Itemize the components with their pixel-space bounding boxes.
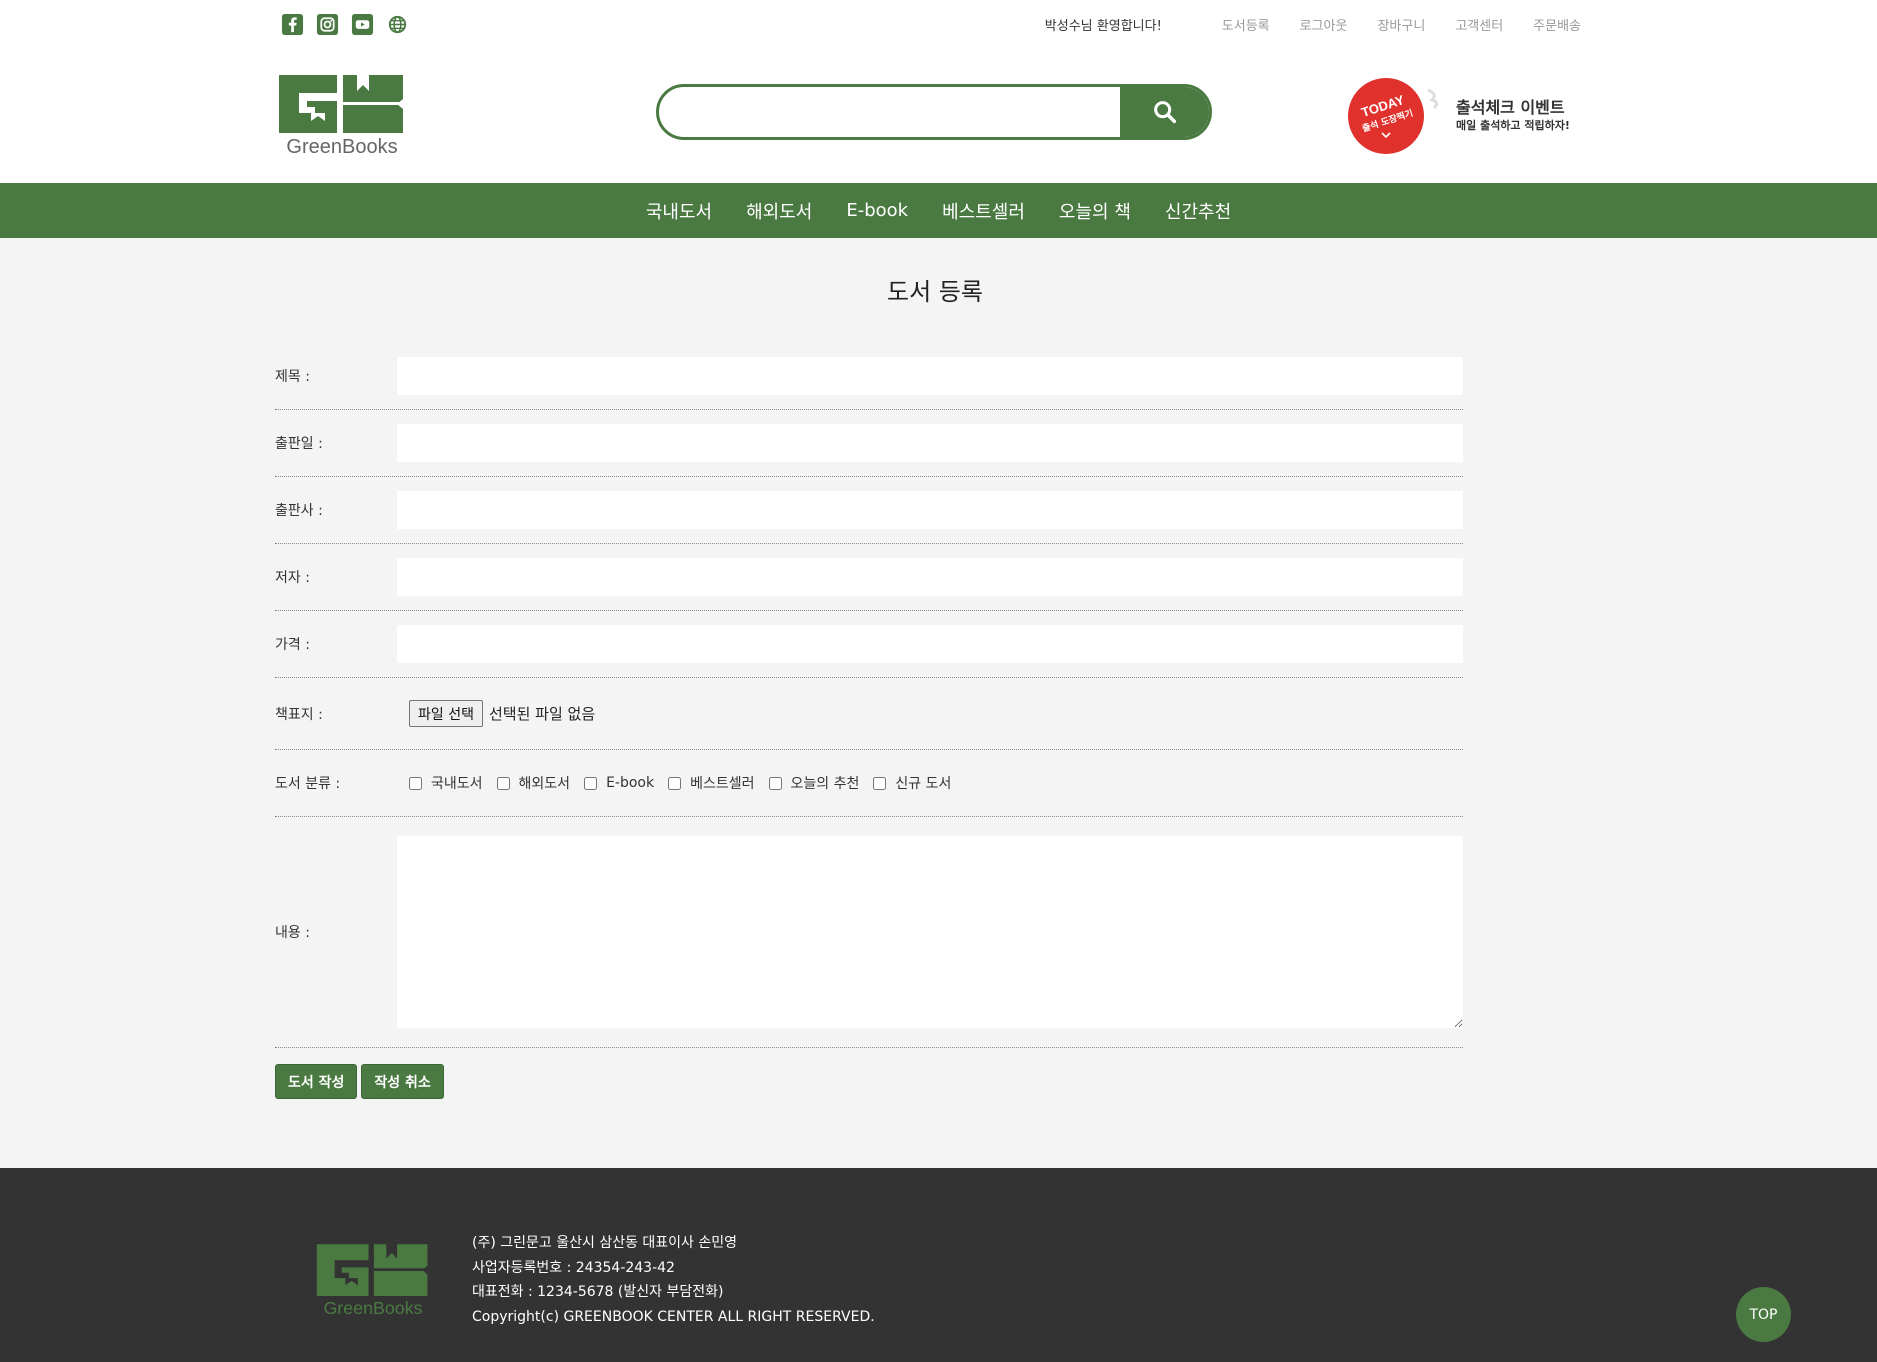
- category-checkboxes: 국내도서 해외도서 E-book 베스트셀러 오늘의 추천 신규 도서: [397, 773, 965, 793]
- price-input[interactable]: [397, 625, 1463, 663]
- publish-date-label: 출판일 :: [275, 436, 323, 452]
- category-checkbox-foreign[interactable]: [496, 776, 510, 790]
- search-input[interactable]: [659, 87, 1120, 137]
- title-label: 제목 :: [275, 369, 310, 385]
- category-checkbox-ebook[interactable]: [584, 776, 598, 790]
- author-row: 저자 :: [275, 544, 1463, 611]
- category-checkbox-today-pick[interactable]: [768, 776, 782, 790]
- facebook-icon[interactable]: [281, 13, 304, 36]
- category-option-label: E-book: [606, 775, 655, 791]
- instagram-icon[interactable]: [316, 13, 339, 36]
- topnav-customer-center-link[interactable]: 고객센터: [1455, 15, 1503, 34]
- scroll-top-button[interactable]: TOP: [1736, 1287, 1791, 1342]
- main-navigation: 국내도서 해외도서 E-book 베스트셀러 오늘의 책 신간추천: [0, 183, 1877, 238]
- topnav-order-delivery-link[interactable]: 주문배송: [1533, 15, 1581, 34]
- nav-foreign-books[interactable]: 해외도서: [746, 198, 812, 224]
- company-address: (주) 그린문고 울산시 삼산동 대표이사 손민영: [472, 1235, 738, 1251]
- category-row: 도서 분류 : 국내도서 해외도서 E-book 베스트셀러 오늘의 추천 신규…: [275, 750, 1463, 817]
- event-title: 출석체크 이벤트: [1456, 98, 1565, 117]
- category-option[interactable]: 국내도서: [409, 773, 483, 793]
- cover-label: 책표지 :: [275, 706, 323, 723]
- category-option-label: 오늘의 추천: [790, 776, 860, 792]
- topnav-cart-link[interactable]: 장바구니: [1377, 15, 1425, 34]
- author-input[interactable]: [397, 558, 1463, 596]
- welcome-message: 박성수님 환영합니다!: [1044, 19, 1162, 34]
- topnav-book-register-link[interactable]: 도서등록: [1222, 15, 1270, 34]
- category-option[interactable]: 신규 도서: [873, 773, 951, 793]
- globe-icon[interactable]: [386, 13, 409, 36]
- category-checkbox-new[interactable]: [873, 776, 887, 790]
- form-actions: 도서 작성 작성 취소: [275, 1064, 1463, 1099]
- price-label: 가격 :: [275, 637, 310, 653]
- category-option-label: 베스트셀러: [690, 776, 755, 792]
- search-bar: [656, 84, 1212, 140]
- category-option[interactable]: E-book: [584, 775, 654, 791]
- cancel-button[interactable]: 작성 취소: [361, 1064, 444, 1099]
- svg-text:GreenBooks: GreenBooks: [323, 1298, 422, 1318]
- content-row: 내용 :: [275, 817, 1463, 1048]
- phone-number: 대표전화 : 1234-5678 (발신자 부담전화): [472, 1284, 724, 1301]
- top-navigation: 박성수님 환영합니다! 도서등록 로그아웃 장바구니 고객센터 주문배송: [1000, 15, 1581, 34]
- publisher-row: 출판사 :: [275, 477, 1463, 544]
- youtube-icon[interactable]: [351, 13, 374, 36]
- category-checkbox-bestseller[interactable]: [668, 776, 682, 790]
- author-label: 저자 :: [275, 570, 310, 586]
- cover-row: 책표지 : 파일 선택 선택된 파일 없음: [275, 678, 1463, 750]
- category-option-label: 해외도서: [518, 776, 571, 792]
- category-option[interactable]: 오늘의 추천: [768, 773, 860, 793]
- category-checkbox-domestic[interactable]: [409, 776, 422, 790]
- header: 박성수님 환영합니다! 도서등록 로그아웃 장바구니 고객센터 주문배송 Gre…: [0, 0, 1877, 183]
- category-option[interactable]: 해외도서: [496, 773, 571, 793]
- category-option-label: 국내도서: [431, 776, 483, 792]
- greenbooks-logo[interactable]: GreenBooks: [277, 71, 407, 157]
- content-textarea[interactable]: [397, 836, 1463, 1028]
- book-register-form: 제목 : 출판일 : 출판사 : 저자 : 가격 : 책표지 : 파일 선택 선…: [275, 343, 1463, 1099]
- nav-bestseller[interactable]: 베스트셀러: [942, 198, 1025, 224]
- price-row: 가격 :: [275, 611, 1463, 678]
- event-subtitle: 매일 출석하고 적립하자!: [1456, 119, 1570, 132]
- file-select-button[interactable]: 파일 선택: [409, 700, 483, 727]
- publisher-input[interactable]: [397, 491, 1463, 529]
- search-icon: [1153, 101, 1176, 124]
- footer-logo: GreenBooks: [316, 1244, 428, 1318]
- copyright: Copyright(c) GREENBOOK CENTER ALL RIGHT …: [472, 1308, 875, 1325]
- file-status-text: 선택된 파일 없음: [488, 705, 596, 723]
- topnav-logout-link[interactable]: 로그아웃: [1300, 15, 1348, 34]
- nav-new-recommend[interactable]: 신간추천: [1165, 198, 1231, 224]
- title-row: 제목 :: [275, 343, 1463, 410]
- publish-date-input[interactable]: [397, 424, 1463, 462]
- nav-domestic-books[interactable]: 국내도서: [646, 198, 712, 224]
- category-option-label: 신규 도서: [895, 776, 952, 792]
- search-button[interactable]: [1120, 87, 1209, 137]
- nav-ebook[interactable]: E-book: [846, 200, 908, 221]
- nav-todays-book[interactable]: 오늘의 책: [1059, 198, 1131, 224]
- svg-text:GreenBooks: GreenBooks: [286, 136, 397, 157]
- cover-file-picker: 파일 선택 선택된 파일 없음: [397, 700, 595, 727]
- business-number: 사업자등록번호 : 24354-243-42: [472, 1259, 675, 1276]
- social-links: [281, 13, 409, 36]
- category-label: 도서 분류 :: [275, 776, 341, 792]
- submit-book-button[interactable]: 도서 작성: [275, 1064, 358, 1099]
- publisher-label: 출판사 :: [275, 503, 323, 519]
- footer: GreenBooks (주) 그린문고 울산시 삼산동 대표이사 손민영 사업자…: [0, 1168, 1877, 1362]
- company-info: (주) 그린문고 울산시 삼산동 대표이사 손민영 사업자등록번호 : 2435…: [472, 1231, 875, 1329]
- title-input[interactable]: [397, 357, 1463, 395]
- page-title: 도서 등록: [887, 278, 983, 306]
- content-label: 내용 :: [275, 925, 310, 941]
- today-stamp-icon: TODAY 출석 도장찍기: [1348, 78, 1439, 154]
- category-option[interactable]: 베스트셀러: [668, 773, 755, 793]
- publish-date-row: 출판일 :: [275, 410, 1463, 477]
- attendance-event-banner[interactable]: TODAY 출석 도장찍기 출석체크 이벤트 매일 출석하고 적립하자!: [1348, 76, 1570, 156]
